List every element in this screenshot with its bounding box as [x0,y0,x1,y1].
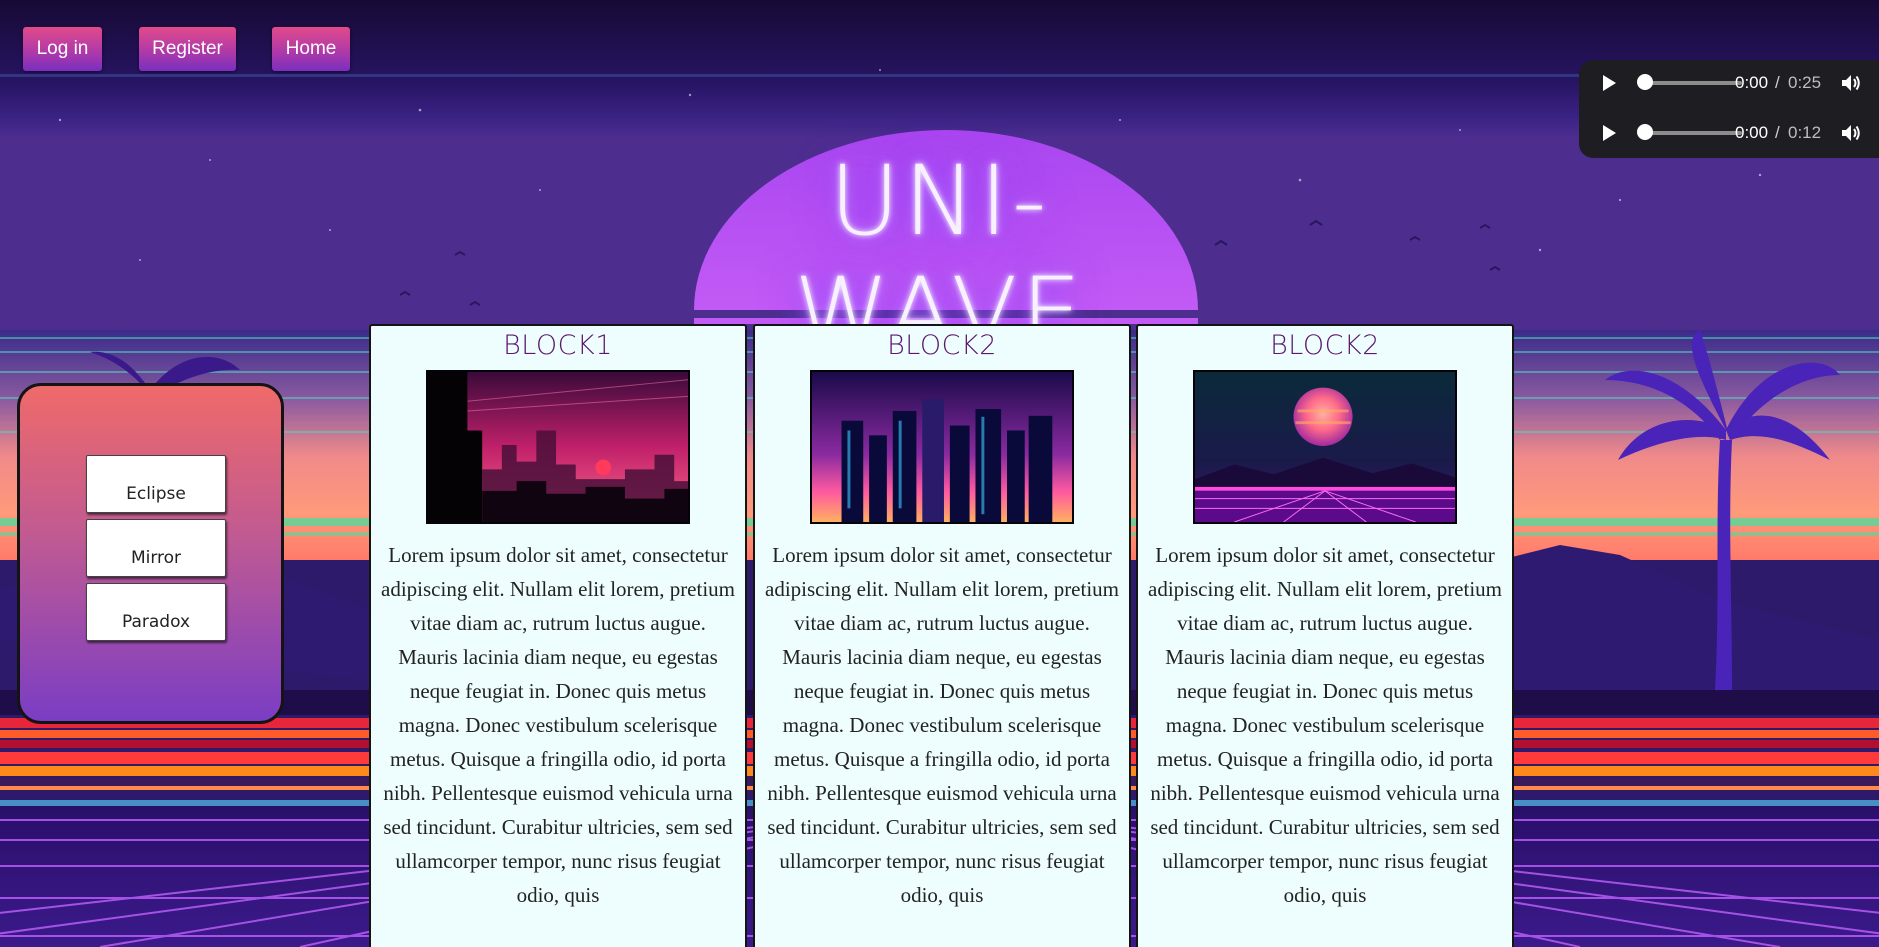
block-text: Lorem ipsum dolor sit amet, consectetur … [1148,543,1503,907]
block-image-city-skyline [426,370,690,524]
seek-thumb[interactable] [1637,124,1653,140]
block-title: BLOCK2 [1270,330,1380,361]
block-image-neon-city [810,370,1074,524]
current-time: 0:00 [1735,123,1769,142]
duration: 0:12 [1788,123,1822,142]
seek-bar[interactable] [1639,131,1742,135]
audio-player-2: 0:00 / 0:12 [1579,113,1879,153]
volume-icon[interactable] [1840,73,1862,93]
home-button[interactable]: Home [272,27,350,71]
block-text: Lorem ipsum dolor sit amet, consectetur … [765,543,1120,907]
login-button[interactable]: Log in [23,27,102,71]
time-separator: / [1775,73,1780,92]
block-title: BLOCK2 [887,330,997,361]
seek-thumb[interactable] [1637,74,1653,90]
audio-players: 0:00 / 0:25 0:00 / 0:12 [1579,60,1879,158]
content-block-1: BLOCK1 Lorem ipsum dolor sit amet, conse… [369,324,747,947]
sidebar-item-mirror[interactable]: Mirror [86,519,226,577]
sidebar-item-paradox[interactable]: Paradox [86,583,226,641]
audio-player-1: 0:00 / 0:25 [1579,63,1879,103]
sidebar-item-eclipse[interactable]: Eclipse [86,455,226,513]
content-block-2: BLOCK2 Lorem ipsum dolor sit amet, conse… [753,324,1131,947]
current-time: 0:00 [1735,73,1769,92]
block-text: Lorem ipsum dolor sit amet, consectetur … [381,543,736,907]
block-image-retro-planet [1193,370,1457,524]
duration: 0:25 [1788,73,1822,92]
seek-bar[interactable] [1639,81,1742,85]
sidebar: Eclipse Mirror Paradox [17,383,284,724]
block-title: BLOCK1 [503,330,613,361]
volume-icon[interactable] [1840,123,1862,143]
time-separator: / [1775,123,1780,142]
register-button[interactable]: Register [139,27,236,71]
play-icon[interactable] [1599,73,1619,93]
content-block-3: BLOCK2 Lorem ipsum dolor sit amet, conse… [1136,324,1514,947]
play-icon[interactable] [1599,123,1619,143]
